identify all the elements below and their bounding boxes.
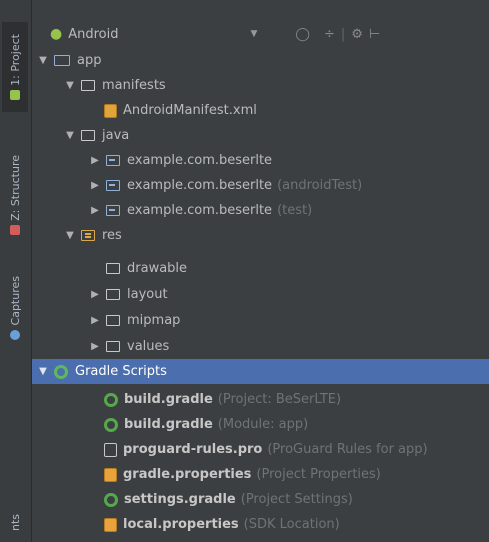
properties-file-icon: [104, 517, 117, 532]
node-label: local.properties: [123, 517, 239, 532]
node-label: settings.gradle: [124, 492, 236, 507]
tree-node-java[interactable]: ▼ java: [32, 123, 489, 148]
expand-arrow-icon[interactable]: ▼: [63, 230, 77, 241]
tree-node-local-properties[interactable]: local.properties (SDK Location): [32, 512, 489, 537]
properties-file-icon: [104, 467, 117, 482]
gradle-icon: [54, 364, 68, 379]
collapsed-arrow-icon[interactable]: ▶: [88, 315, 102, 326]
node-suffix: (test): [277, 203, 313, 218]
tree-node-manifests[interactable]: ▼ manifests: [32, 73, 489, 98]
tab-structure-label: Z: Structure: [8, 155, 22, 221]
project-icon: [10, 89, 20, 100]
chevron-down-icon[interactable]: ▼: [250, 29, 257, 39]
tree-node-res[interactable]: ▼ res: [32, 223, 489, 248]
node-suffix: (ProGuard Rules for app): [267, 442, 428, 457]
collapsed-arrow-icon[interactable]: ▶: [88, 180, 102, 191]
expand-arrow-icon[interactable]: ▼: [63, 80, 77, 91]
collapsed-arrow-icon[interactable]: ▶: [88, 289, 102, 300]
tree-node-app[interactable]: ▼ app: [32, 48, 489, 73]
node-suffix: (Project: BeSerLTE): [217, 392, 342, 407]
node-label: layout: [127, 287, 168, 302]
folder-icon: [106, 263, 120, 274]
tab-captures[interactable]: Captures: [2, 262, 28, 354]
folder-icon: [106, 289, 120, 300]
node-label: example.com.beserlte: [127, 203, 273, 218]
tree-node-drawable[interactable]: drawable: [32, 256, 489, 281]
node-label: app: [77, 53, 102, 68]
node-label: proguard-rules.pro: [123, 442, 263, 457]
tree-node-package[interactable]: ▶ example.com.beserlte: [32, 148, 489, 173]
expand-arrow-icon[interactable]: ▼: [63, 130, 77, 141]
tree-node-settings-gradle[interactable]: settings.gradle (Project Settings): [32, 487, 489, 512]
package-icon: [106, 205, 120, 216]
tree-node-package[interactable]: ▶ example.com.beserlte (test): [32, 198, 489, 223]
tree-node-gradle-scripts[interactable]: ▼ Gradle Scripts: [32, 359, 489, 384]
tab-captures-label: Captures: [8, 276, 22, 326]
node-suffix: (SDK Location): [243, 517, 340, 532]
node-label: values: [127, 339, 170, 354]
collapsed-arrow-icon[interactable]: ▶: [88, 341, 102, 352]
node-label: AndroidManifest.xml: [123, 103, 257, 118]
tree-node-mipmap[interactable]: ▶ mipmap: [32, 308, 489, 333]
tree-node-gradle-file[interactable]: build.gradle (Project: BeSerLTE): [32, 387, 489, 412]
node-label: res: [102, 228, 122, 243]
collapsed-arrow-icon[interactable]: ▶: [88, 155, 102, 166]
gradle-icon: [104, 417, 118, 432]
folder-icon: [106, 315, 120, 326]
folder-icon: [106, 341, 120, 352]
captures-icon: [10, 329, 20, 340]
folder-icon: [81, 130, 95, 141]
tree-node-gradle-file[interactable]: build.gradle (Module: app): [32, 412, 489, 437]
tab-favorites-label: nts: [8, 513, 22, 531]
collapsed-arrow-icon[interactable]: ▶: [88, 205, 102, 216]
collapse-icon[interactable]: ÷: [324, 27, 335, 42]
node-label: gradle.properties: [123, 467, 252, 482]
tree-node-gradle-properties[interactable]: gradle.properties (Project Properties): [32, 462, 489, 487]
tool-window-strip: 1: Project Z: Structure Captures nts: [0, 0, 32, 542]
manifest-file-icon: [104, 103, 117, 118]
tab-project-label: 1: Project: [8, 34, 22, 86]
module-folder-icon: [54, 55, 70, 66]
gear-icon[interactable]: ⚙: [351, 27, 363, 42]
tree-node-package[interactable]: ▶ example.com.beserlte (androidTest): [32, 173, 489, 198]
view-selector-label[interactable]: Android: [68, 27, 118, 42]
tab-favorites[interactable]: nts: [2, 505, 28, 540]
tab-project[interactable]: 1: Project: [2, 22, 28, 112]
project-tree: ▼ app ▼ manifests AndroidManifest.xml ▼ …: [32, 46, 489, 542]
node-suffix: (Module: app): [217, 417, 309, 432]
separator: |: [340, 26, 346, 42]
android-icon: ●: [50, 26, 63, 42]
node-suffix: (androidTest): [277, 178, 363, 193]
package-icon: [106, 155, 120, 166]
node-suffix: (Project Properties): [256, 467, 381, 482]
node-label: build.gradle: [124, 392, 213, 407]
node-label: build.gradle: [124, 417, 213, 432]
node-label: example.com.beserlte: [127, 178, 273, 193]
node-label: Gradle Scripts: [75, 364, 167, 379]
tree-node-proguard[interactable]: proguard-rules.pro (ProGuard Rules for a…: [32, 437, 489, 462]
node-label: example.com.beserlte: [127, 153, 273, 168]
tree-node-values[interactable]: ▶ values: [32, 334, 489, 359]
resource-folder-icon: [81, 230, 95, 241]
node-label: java: [102, 128, 130, 143]
project-view-header: ● Android ▼ ◯ ÷ | ⚙ ⊢: [32, 22, 489, 47]
gradle-icon: [104, 392, 118, 407]
tree-node-manifest-file[interactable]: AndroidManifest.xml: [32, 98, 489, 123]
sync-icon[interactable]: ◯: [295, 27, 310, 42]
expand-arrow-icon[interactable]: ▼: [36, 55, 50, 66]
node-label: manifests: [102, 78, 166, 93]
gradle-icon: [104, 492, 118, 507]
tab-structure[interactable]: Z: Structure: [2, 140, 28, 250]
tree-node-layout[interactable]: ▶ layout: [32, 282, 489, 307]
node-label: mipmap: [127, 313, 181, 328]
package-icon: [106, 180, 120, 191]
node-suffix: (Project Settings): [240, 492, 353, 507]
folder-icon: [81, 80, 95, 91]
expand-arrow-icon[interactable]: ▼: [36, 366, 50, 377]
node-label: drawable: [127, 261, 188, 276]
structure-icon: [10, 224, 20, 235]
hide-icon[interactable]: ⊢: [369, 27, 380, 42]
text-file-icon: [104, 442, 117, 457]
